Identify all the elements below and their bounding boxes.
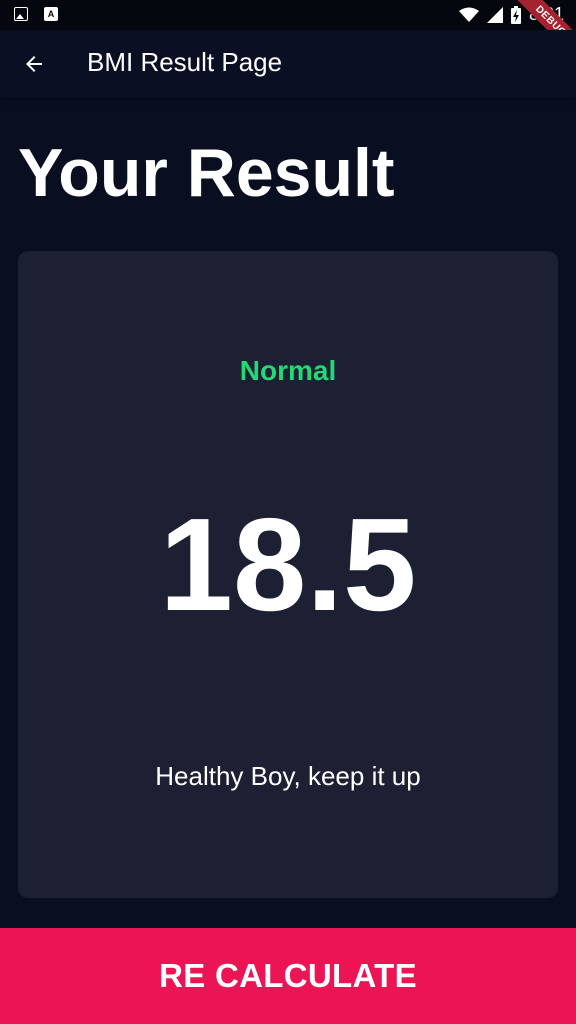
signal-icon: [486, 6, 503, 23]
result-status: Normal: [239, 355, 337, 386]
image-icon: [14, 7, 28, 21]
battery-icon: [510, 5, 521, 24]
recalculate-button[interactable]: RE CALCULATE: [0, 928, 576, 1024]
app-bar: BMI Result Page: [0, 30, 576, 98]
bmi-value: 18.5: [159, 491, 417, 638]
arrow-back-icon: [26, 56, 42, 72]
back-button[interactable]: [12, 42, 56, 86]
page-title: Your Result: [18, 135, 395, 211]
result-card: Normal 18.5 Healthy Boy, keep it up: [18, 251, 558, 898]
a-icon: A: [44, 7, 58, 21]
status-bar: A 8:31 DEBUG: [0, 0, 576, 67]
wifi-icon: [458, 7, 479, 22]
app-bar-title: BMI Result Page: [87, 47, 283, 77]
advice-text: Healthy Boy, keep it up: [155, 761, 421, 791]
recalculate-label: RE CALCULATE: [159, 957, 417, 994]
